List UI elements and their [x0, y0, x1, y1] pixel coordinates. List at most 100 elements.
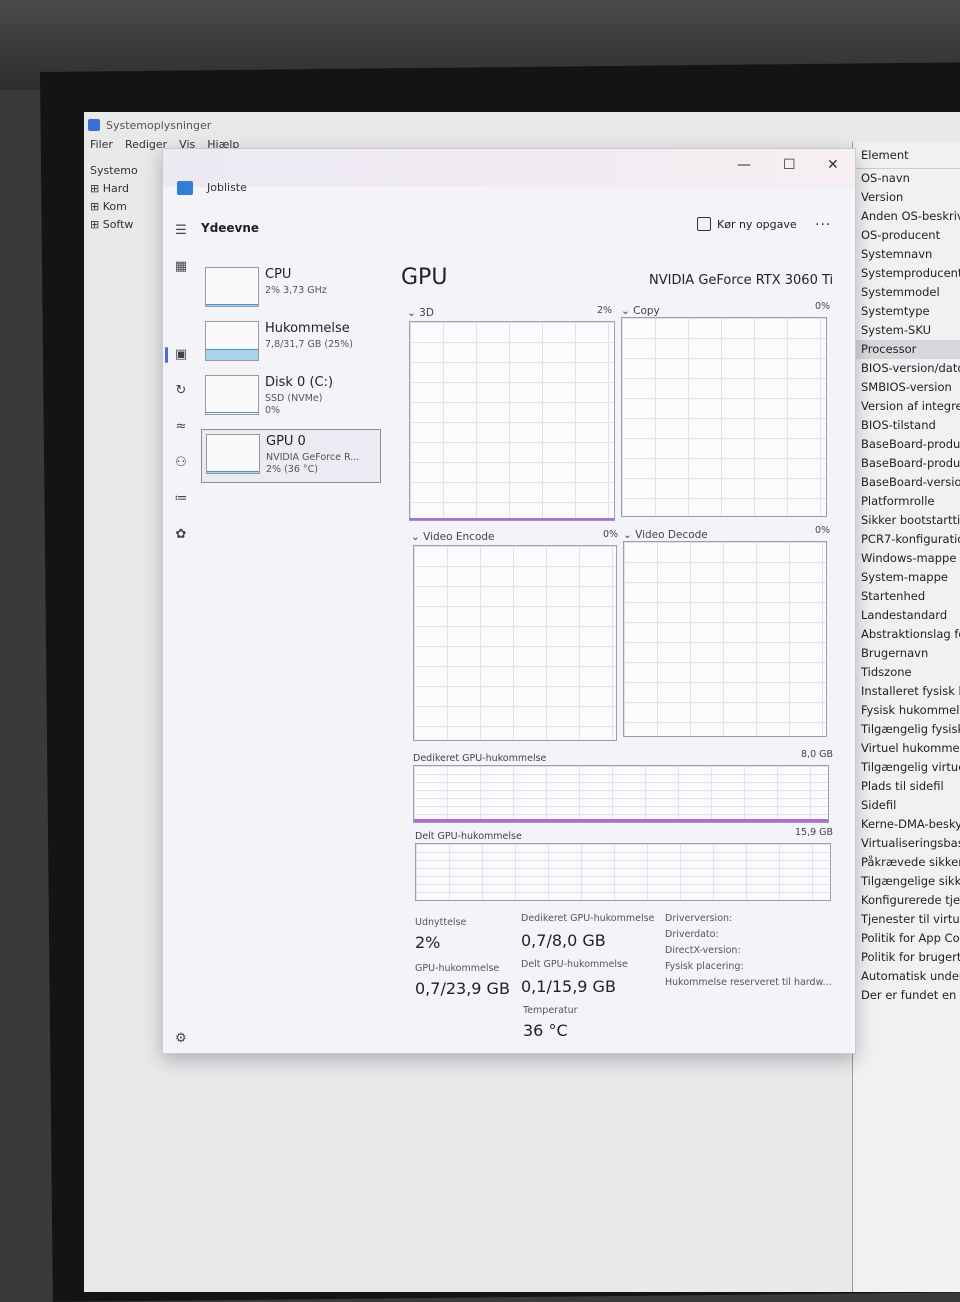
details-row[interactable]: Politik for brugerti [853, 948, 960, 967]
dedicated-mem-label: Dedikeret GPU-hukommelse [413, 753, 547, 764]
tree-software[interactable]: ⊞ Softw [90, 216, 160, 234]
details-row[interactable]: Virtuel hukommels [853, 739, 960, 758]
details-row[interactable]: Plads til sidefil [853, 777, 960, 796]
details-row[interactable]: Systemmodel [853, 283, 960, 302]
services-icon[interactable]: ✿ [172, 525, 190, 543]
details-row[interactable]: Tilgængelig virtuel [853, 758, 960, 777]
engine-copy-label[interactable]: ⌄ Copy [621, 305, 660, 317]
details-row[interactable]: Sidefil [853, 796, 960, 815]
gpu-memory-value: 0,7/23,9 GB [415, 979, 510, 998]
details-row[interactable]: Systemproducent [853, 264, 960, 283]
details-row[interactable]: Kerne-DMA-besky [853, 815, 960, 834]
details-row[interactable]: BaseBoard-produk [853, 454, 960, 473]
sysinfo-details: Element OS-navn Version Anden OS-beskrive O… [852, 142, 960, 1292]
details-icon[interactable]: ≔ [172, 489, 190, 507]
details-row[interactable]: Konfigurerede tjer [853, 891, 960, 910]
details-row[interactable]: Tilgængelige sikke [853, 872, 960, 891]
details-row[interactable]: Systemnavn [853, 245, 960, 264]
details-row[interactable]: Abstraktionslag fo [853, 625, 960, 644]
minimize-button[interactable]: — [737, 157, 751, 173]
details-row[interactable]: Der er fundet en h [853, 986, 960, 1005]
menu-edit[interactable]: Rediger [125, 138, 167, 151]
close-button[interactable]: ✕ [827, 157, 839, 173]
window-title: Jobliste [207, 181, 247, 194]
tm-header: Ydeevne Kør ny opgave ... [201, 209, 851, 245]
details-row[interactable]: Version af integrer [853, 397, 960, 416]
details-row[interactable]: System-mappe [853, 568, 960, 587]
device-disk[interactable]: Disk 0 (C:) SSD (NVMe) 0% [201, 371, 379, 423]
graph-shared-memory [415, 843, 831, 901]
device-sub: 7,8/31,7 GB (25%) [265, 339, 353, 350]
graph-encode-line [414, 738, 616, 740]
details-row[interactable]: OS-navn [853, 169, 960, 188]
app-history-icon[interactable]: ↻ [172, 381, 190, 399]
dedicated-stat-label: Dedikeret GPU-hukommelse [521, 913, 655, 924]
dedicated-stat-value: 0,7/8,0 GB [521, 931, 606, 950]
shared-mem-label: Delt GPU-hukommelse [415, 831, 522, 842]
nav-active-indicator [165, 347, 168, 363]
details-row[interactable]: Windows-mappe [853, 549, 960, 568]
details-row[interactable]: BIOS-tilstand [853, 416, 960, 435]
details-row[interactable]: Processor [853, 340, 960, 359]
device-cpu[interactable]: CPU 2% 3,73 GHz [201, 263, 379, 315]
details-row[interactable]: Platformrolle [853, 492, 960, 511]
details-row[interactable]: Fysisk hukommelse [853, 701, 960, 720]
details-row[interactable]: Landestandard [853, 606, 960, 625]
tree-hardware[interactable]: ⊞ Hard [90, 180, 160, 198]
tree-root[interactable]: Systemo [90, 162, 160, 180]
details-row[interactable]: PCR7-konfiguration [853, 530, 960, 549]
details-row[interactable]: Tjenester til virtual [853, 910, 960, 929]
monitor-screen: Systemoplysninger Filer Rediger Vis Hjæl… [84, 112, 960, 1292]
details-row[interactable]: BIOS-version/dato [853, 359, 960, 378]
users-icon[interactable]: ⚇ [172, 453, 190, 471]
menu-file[interactable]: Filer [90, 138, 113, 151]
device-sub: 2% 3,73 GHz [265, 285, 327, 296]
more-options-button[interactable]: ... [815, 213, 831, 229]
task-manager-window: — ☐ ✕ Jobliste ☰ ▦ ▣ ↻ ≈ ⚇ ≔ ✿ ⚙ Ydeevne… [162, 148, 856, 1054]
task-manager-titlebar [163, 149, 855, 187]
processes-icon[interactable]: ▦ [172, 257, 190, 275]
physical-location-label: Fysisk placering: [665, 961, 744, 972]
details-row[interactable]: Startenhed [853, 587, 960, 606]
memory-thumb-fill [206, 349, 258, 360]
details-row[interactable]: SMBIOS-version [853, 378, 960, 397]
details-row[interactable]: BaseBoard-produc [853, 435, 960, 454]
startup-apps-icon[interactable]: ≈ [172, 417, 190, 435]
engine-encode-pct: 0% [603, 529, 619, 540]
hamburger-menu-icon[interactable]: ☰ [172, 221, 190, 239]
device-sub: SSD (NVMe) [265, 393, 323, 404]
settings-gear-icon[interactable]: ⚙ [175, 1031, 187, 1046]
device-gpu[interactable]: GPU 0 NVIDIA GeForce R... 2% (36 °C) [201, 429, 381, 483]
run-new-task-button[interactable]: Kør ny opgave [697, 217, 797, 231]
sysinfo-titlebar: Systemoplysninger [84, 116, 960, 134]
performance-icon[interactable]: ▣ [172, 345, 190, 363]
engine-3d-label[interactable]: ⌄ 3D [407, 307, 434, 319]
details-row[interactable]: Virtualiseringsbase [853, 834, 960, 853]
details-row[interactable]: Tidszone [853, 663, 960, 682]
cpu-thumb-fill [206, 304, 258, 306]
details-row[interactable]: Tilgængelig fysisk [853, 720, 960, 739]
details-row[interactable]: OS-producent [853, 226, 960, 245]
engine-decode-label[interactable]: ⌄ Video Decode [623, 529, 708, 541]
details-row[interactable]: BaseBoard-version [853, 473, 960, 492]
details-row[interactable]: Automatisk unders [853, 967, 960, 986]
device-memory[interactable]: Hukommelse 7,8/31,7 GB (25%) [201, 317, 379, 369]
details-row[interactable]: Brugernavn [853, 644, 960, 663]
driver-version-label: Driverversion: [665, 913, 733, 924]
details-row[interactable]: Sikker bootstarttils [853, 511, 960, 530]
details-row[interactable]: Anden OS-beskrive [853, 207, 960, 226]
details-row[interactable]: Version [853, 188, 960, 207]
details-row[interactable]: System-SKU [853, 321, 960, 340]
details-row[interactable]: Systemtype [853, 302, 960, 321]
tree-components[interactable]: ⊞ Kom [90, 198, 160, 216]
details-row[interactable]: Installeret fysisk hu [853, 682, 960, 701]
utilization-value: 2% [415, 933, 441, 952]
maximize-button[interactable]: ☐ [783, 157, 796, 173]
details-header[interactable]: Element [853, 142, 960, 169]
details-row[interactable]: Påkrævede sikkerh [853, 853, 960, 872]
disk-thumbnail [205, 375, 259, 415]
memory-thumbnail [205, 321, 259, 361]
directx-version-label: DirectX-version: [665, 945, 741, 956]
engine-encode-label[interactable]: ⌄ Video Encode [411, 531, 495, 543]
details-row[interactable]: Politik for App Cor [853, 929, 960, 948]
